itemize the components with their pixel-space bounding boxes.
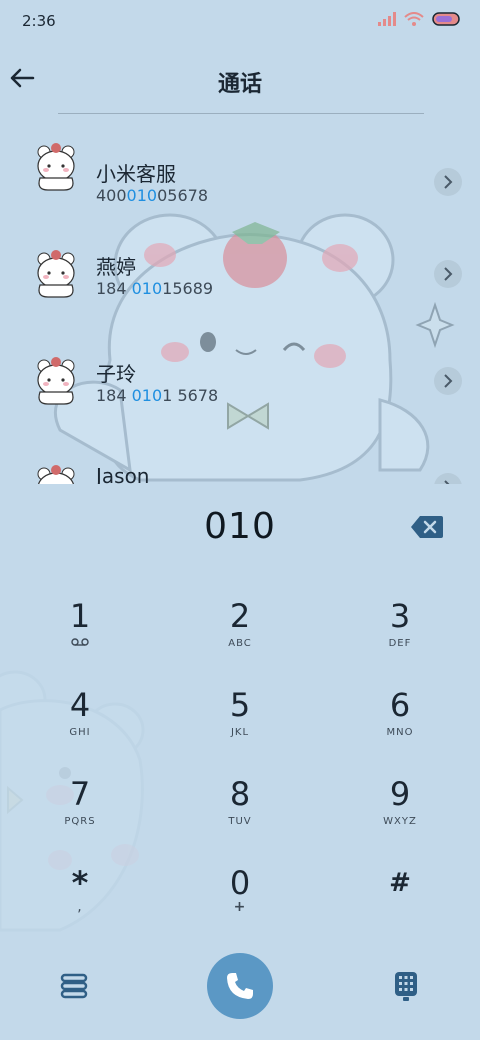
contact-detail-button[interactable] bbox=[434, 260, 462, 288]
menu-button[interactable] bbox=[54, 966, 94, 1006]
dialpad-icon bbox=[395, 972, 417, 1001]
status-time: 2:36 bbox=[22, 12, 56, 30]
key-9[interactable]: 9 WXYZ bbox=[340, 770, 460, 850]
page-title: 通话 bbox=[217, 72, 262, 97]
battery-icon bbox=[432, 12, 460, 26]
dialpad-toggle-button[interactable] bbox=[386, 966, 426, 1006]
contact-number: 184 01015689 bbox=[96, 279, 214, 298]
backspace-icon bbox=[411, 516, 443, 538]
phone-icon bbox=[227, 973, 253, 999]
contact-results: 小米客服 40001005678 燕婷 184 01015689 子玲 184 … bbox=[0, 114, 480, 484]
chevron-right-icon bbox=[444, 267, 453, 281]
key-6[interactable]: 6 MNO bbox=[340, 681, 460, 761]
contact-detail-button[interactable] bbox=[434, 367, 462, 395]
status-bar: 2:36 bbox=[0, 0, 480, 44]
backspace-button[interactable] bbox=[410, 514, 444, 540]
contact-number: 40001005678 bbox=[96, 186, 208, 205]
status-icons bbox=[378, 12, 462, 26]
contact-name: 子玲 bbox=[96, 362, 136, 386]
key-7[interactable]: 7 PQRS bbox=[20, 770, 140, 850]
chevron-right-icon bbox=[444, 374, 453, 388]
contact-row[interactable]: 子玲 184 0101 5678 bbox=[0, 342, 480, 432]
avatar bbox=[37, 357, 75, 405]
contact-number: 184 0101 5678 bbox=[96, 386, 219, 405]
key-4[interactable]: 4 GHI bbox=[20, 681, 140, 761]
contact-name: 小米客服 bbox=[96, 162, 176, 186]
key-2[interactable]: 2 ABC bbox=[180, 592, 300, 672]
chevron-right-icon bbox=[444, 175, 453, 189]
key-5[interactable]: 5 JKL bbox=[180, 681, 300, 761]
voicemail-icon bbox=[20, 638, 140, 649]
key-3[interactable]: 3 DEF bbox=[340, 592, 460, 672]
dialed-number: 010 bbox=[204, 506, 276, 547]
key-1[interactable]: 1 bbox=[20, 592, 140, 672]
contact-detail-button[interactable] bbox=[434, 168, 462, 196]
avatar bbox=[37, 143, 75, 191]
key-star[interactable]: *, bbox=[20, 859, 140, 939]
avatar bbox=[37, 250, 75, 298]
contact-name: 燕婷 bbox=[96, 255, 136, 279]
key-8[interactable]: 8 TUV bbox=[180, 770, 300, 850]
menu-icon bbox=[60, 973, 88, 999]
avatar bbox=[37, 465, 75, 484]
key-hash[interactable]: # bbox=[340, 859, 460, 939]
contact-detail-button[interactable] bbox=[434, 473, 462, 484]
contact-row[interactable]: Jason bbox=[0, 450, 480, 484]
wifi-icon bbox=[404, 12, 424, 26]
key-0[interactable]: 0 + bbox=[180, 859, 300, 939]
app-header: 通话 bbox=[0, 50, 480, 110]
call-button[interactable] bbox=[207, 953, 273, 1019]
contact-row[interactable]: 小米客服 40001005678 bbox=[0, 128, 480, 218]
contact-row[interactable]: 燕婷 184 01015689 bbox=[0, 235, 480, 325]
contact-name: Jason bbox=[96, 464, 150, 484]
signal-icon bbox=[378, 12, 396, 26]
